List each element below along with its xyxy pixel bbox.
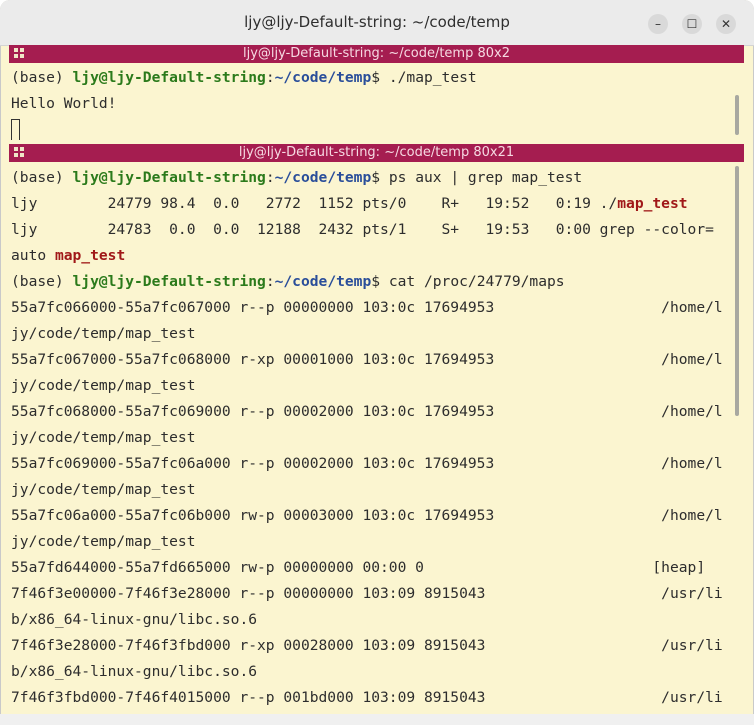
maps-line: 55a7fc069000-55a7fc06a000 r--p 00002000 … bbox=[11, 455, 723, 472]
prompt-path: ~/code/temp bbox=[274, 169, 372, 186]
terminal-pane-top[interactable]: (base) ljy@ljy-Default-string:~/code/tem… bbox=[9, 63, 744, 140]
conda-env: (base) bbox=[11, 69, 73, 86]
grep-match: map_test bbox=[617, 195, 688, 212]
maps-line: 55a7fd644000-55a7fd665000 rw-p 00000000 … bbox=[11, 559, 706, 576]
conda-env: (base) bbox=[11, 273, 73, 290]
maps-line: 55a7fc067000-55a7fc068000 r-xp 00001000 … bbox=[11, 351, 723, 368]
maps-line: jy/code/temp/map_test bbox=[11, 377, 196, 394]
cursor-line bbox=[11, 117, 20, 140]
prompt-line: (base) ljy@ljy-Default-string:~/code/tem… bbox=[11, 165, 582, 191]
command-text: ./map_test bbox=[388, 69, 477, 86]
prompt-line: (base) ljy@ljy-Default-string:~/code/tem… bbox=[11, 65, 477, 91]
window-bottom-edge bbox=[0, 714, 754, 725]
maps-line: b/x86_64-linux-gnu/libc.so.6 bbox=[11, 611, 258, 628]
maximize-button[interactable]: ☐ bbox=[682, 14, 702, 34]
output-line: Hello World! bbox=[11, 95, 117, 112]
command-text: ps aux | grep map_test bbox=[388, 169, 583, 186]
close-button[interactable]: ✕ bbox=[716, 14, 736, 34]
maps-line: 55a7fc06a000-55a7fc06b000 rw-p 00003000 … bbox=[11, 507, 723, 524]
ps-row-text: auto bbox=[11, 247, 55, 264]
prompt-dollar: $ bbox=[371, 169, 389, 186]
terminal-pane-bottom[interactable]: (base) ljy@ljy-Default-string:~/code/tem… bbox=[9, 162, 744, 714]
pane-title-bottom: ljy@ljy-Default-string: ~/code/temp 80x2… bbox=[238, 145, 515, 160]
grep-match: map_test bbox=[54, 247, 126, 264]
maps-line: 55a7fc068000-55a7fc069000 r--p 00002000 … bbox=[11, 403, 723, 420]
scrollbar-top[interactable] bbox=[735, 95, 739, 135]
maps-line: 7f46f3e00000-7f46f3e28000 r--p 00000000 … bbox=[11, 585, 723, 602]
window-title: ljy@ljy-Default-string: ~/code/temp bbox=[244, 13, 510, 31]
prompt-path: ~/code/temp bbox=[274, 273, 372, 290]
pane-grip-icon[interactable] bbox=[14, 147, 24, 157]
ps-row-text: ljy 24779 98.4 0.0 2772 1152 pts/0 R+ 19… bbox=[11, 195, 618, 212]
pane-title-top: ljy@ljy-Default-string: ~/code/temp 80x2 bbox=[243, 46, 510, 61]
title-bar[interactable]: ljy@ljy-Default-string: ~/code/temp – ☐ … bbox=[0, 0, 754, 46]
conda-env: (base) bbox=[11, 169, 73, 186]
pane-grip-icon[interactable] bbox=[14, 48, 24, 58]
maps-line: 55a7fc066000-55a7fc067000 r--p 00000000 … bbox=[11, 299, 723, 316]
terminal-window: ljy@ljy-Default-string: ~/code/temp – ☐ … bbox=[0, 0, 754, 725]
maps-line: b/x86_64-linux-gnu/libc.so.6 bbox=[11, 663, 258, 680]
prompt-colon: : bbox=[265, 169, 275, 186]
ps-output-row: ljy 24783 0.0 0.0 12188 2432 pts/1 S+ 19… bbox=[11, 221, 714, 238]
prompt-colon: : bbox=[265, 273, 275, 290]
prompt-dollar: $ bbox=[371, 273, 389, 290]
maps-line: 7f46f3fbd000-7f46f4015000 r--p 001bd000 … bbox=[11, 689, 723, 706]
prompt-userhost: ljy@ljy-Default-string bbox=[72, 69, 266, 86]
ps-output-row: auto map_test bbox=[11, 243, 125, 269]
minimize-button[interactable]: – bbox=[648, 14, 668, 34]
ps-output-row: ljy 24779 98.4 0.0 2772 1152 pts/0 R+ 19… bbox=[11, 191, 688, 217]
maps-line: jy/code/temp/map_test bbox=[11, 325, 196, 342]
maps-line: jy/code/temp/map_test bbox=[11, 481, 196, 498]
pane-header-top[interactable]: ljy@ljy-Default-string: ~/code/temp 80x2 bbox=[9, 45, 744, 63]
prompt-dollar: $ bbox=[371, 69, 389, 86]
prompt-colon: : bbox=[265, 69, 275, 86]
text-cursor bbox=[11, 119, 20, 140]
maps-line: jy/code/temp/map_test bbox=[11, 533, 196, 550]
prompt-userhost: ljy@ljy-Default-string bbox=[72, 169, 266, 186]
prompt-path: ~/code/temp bbox=[274, 69, 372, 86]
maps-line: jy/code/temp/map_test bbox=[11, 429, 196, 446]
maps-line: 7f46f3e28000-7f46f3fbd000 r-xp 00028000 … bbox=[11, 637, 723, 654]
prompt-line: (base) ljy@ljy-Default-string:~/code/tem… bbox=[11, 269, 565, 295]
scrollbar-bottom[interactable] bbox=[735, 166, 739, 416]
prompt-userhost: ljy@ljy-Default-string bbox=[72, 273, 266, 290]
pane-header-bottom[interactable]: ljy@ljy-Default-string: ~/code/temp 80x2… bbox=[9, 144, 744, 162]
command-text: cat /proc/24779/maps bbox=[388, 273, 565, 290]
